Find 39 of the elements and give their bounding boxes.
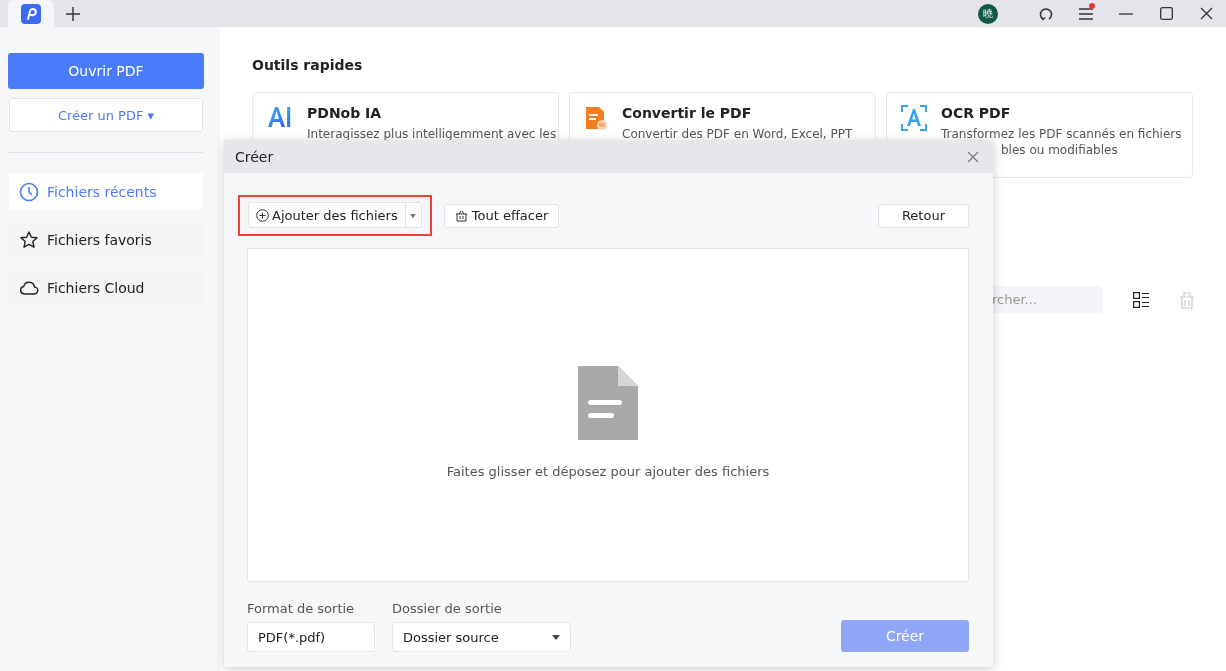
- tool-description: bles ou modifiables: [1001, 142, 1119, 158]
- minimize-icon: [1119, 12, 1133, 15]
- caret-icon: [410, 213, 417, 218]
- close-button[interactable]: [967, 150, 979, 163]
- drop-hint: Faites glisser et déposez pour ajouter des fichiers: [446, 463, 770, 479]
- output-format-field[interactable]: PDF(*.pdf): [247, 622, 375, 652]
- close-icon: [1199, 7, 1213, 20]
- sync-icon: [1039, 6, 1053, 21]
- clock-icon: [19, 181, 39, 202]
- sidebar-item[interactable]: Fichiers récents: [9, 173, 203, 210]
- user-avatar[interactable]: 曉: [978, 3, 998, 24]
- tool-description: Transformez les PDF scannés en fichiers: [941, 126, 1182, 142]
- section-title: Outils rapides: [252, 57, 364, 73]
- ocr-scan-icon: [901, 105, 927, 131]
- clear-all-button[interactable]: Tout effacer: [443, 203, 560, 228]
- tool-title: Convertir le PDF: [622, 105, 753, 121]
- back-button[interactable]: Retour: [877, 203, 969, 228]
- document-icon: [578, 365, 638, 440]
- plus-icon: [66, 7, 80, 21]
- list-view-icon[interactable]: [1133, 291, 1149, 308]
- app-logo-icon[interactable]: [21, 3, 41, 24]
- star-icon: [19, 229, 39, 250]
- menu-icon: [1079, 7, 1093, 20]
- field-label: Format de sortie: [247, 601, 356, 616]
- field-label: Dossier de sortie: [392, 601, 503, 616]
- tool-title: OCR PDF: [941, 105, 1012, 121]
- tool-title: PDNob IA: [307, 105, 383, 121]
- basket-icon: [454, 209, 468, 222]
- tool-description: Interagissez plus intelligemment avec les: [307, 126, 557, 142]
- maximize-icon: [1159, 7, 1173, 20]
- ai-icon: [267, 105, 293, 129]
- output-folder-dropdown[interactable]: Dossier source: [392, 622, 571, 652]
- drop-zone[interactable]: Faites glisser et déposez pour ajouter des fichiers: [247, 248, 969, 582]
- caret-icon: [552, 634, 560, 640]
- tool-description: Convertir des PDF en Word, Excel, PPT: [622, 126, 853, 142]
- add-icon: [256, 208, 269, 222]
- document-convert-icon: [584, 105, 608, 131]
- open-pdf-button[interactable]: Ouvrir PDF: [8, 53, 204, 89]
- create-pdf-button[interactable]: Créer un PDF ▾: [9, 98, 203, 132]
